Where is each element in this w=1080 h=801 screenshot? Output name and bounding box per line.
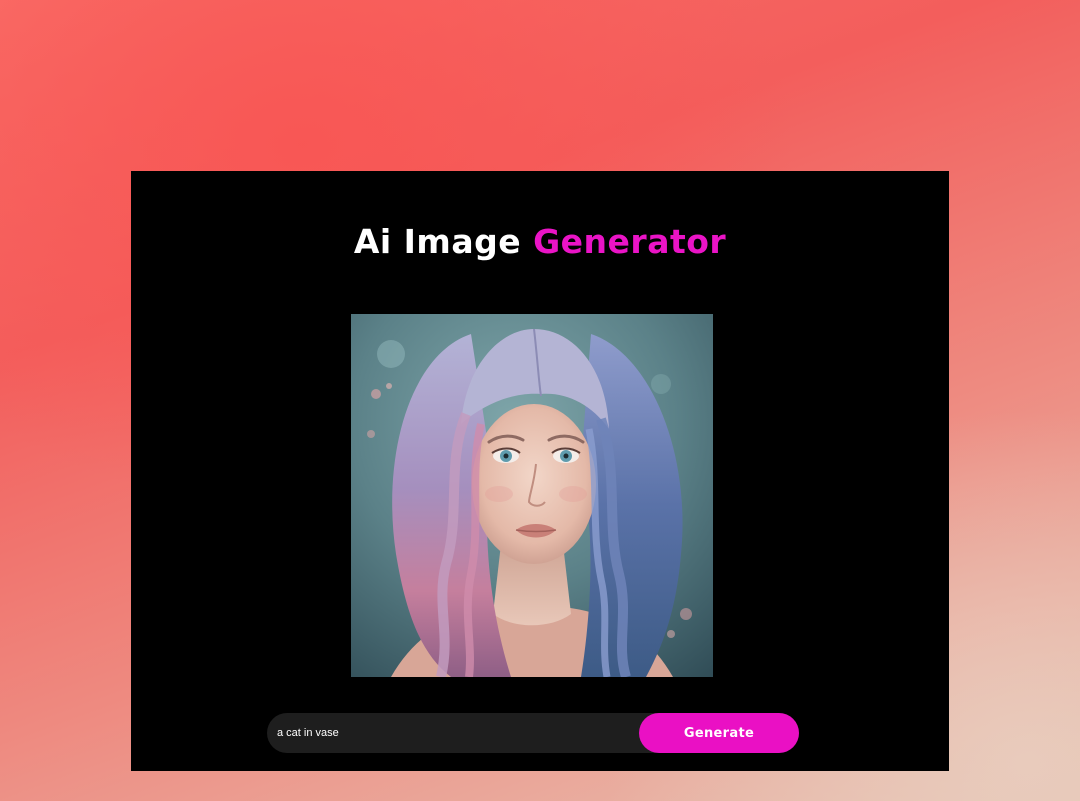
portrait-illustration [351,314,713,677]
generated-image [351,314,713,677]
prompt-input[interactable] [267,713,637,753]
title-text: Ai Image [353,222,534,261]
generator-panel: Ai Image Generator a cat in vase Generat… [131,171,949,771]
prompt-bar: Generate [267,713,799,753]
page-title: Ai Image Generator [131,221,949,263]
title-accent-text: Generator [533,222,727,261]
generate-button[interactable]: Generate [639,713,799,753]
